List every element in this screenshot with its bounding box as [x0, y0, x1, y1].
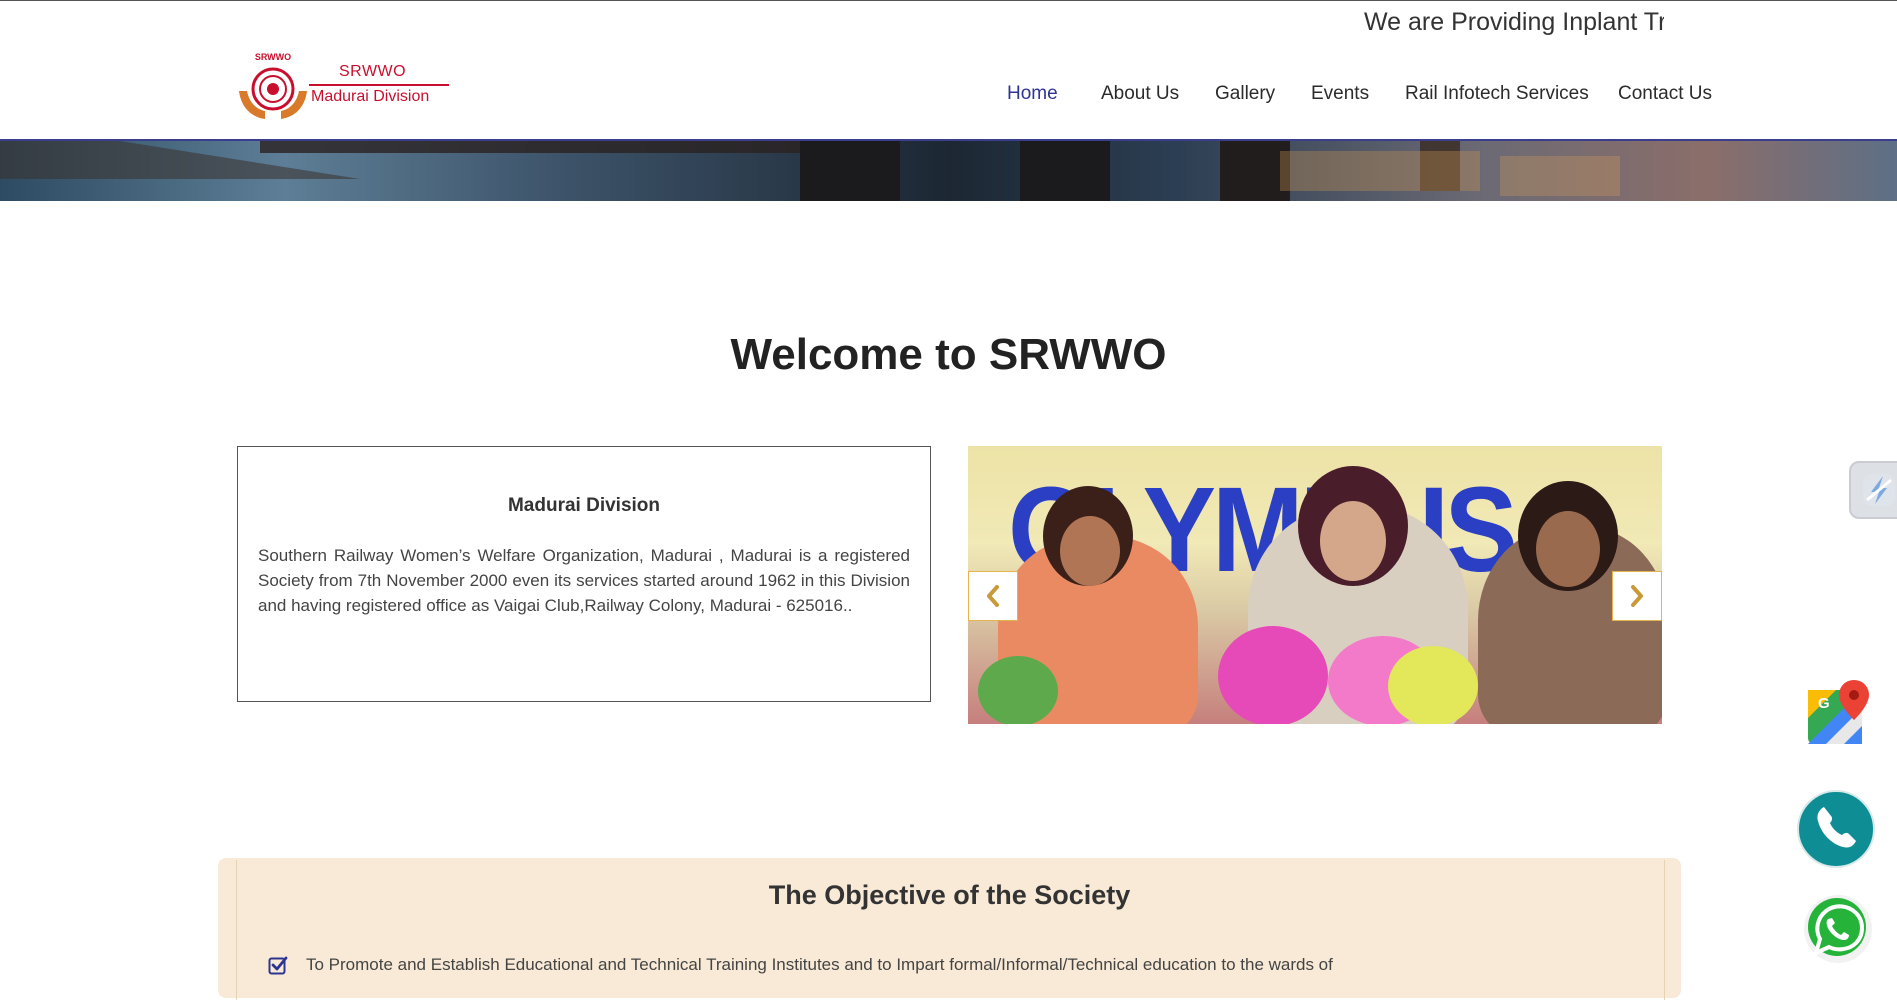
flower-decoration [1388, 646, 1478, 724]
objective-item: To Promote and Establish Educational and… [306, 955, 1333, 974]
nav-about-us[interactable]: About Us [1101, 83, 1179, 105]
logo-emblem-icon: SRWWO [239, 52, 307, 119]
slider-person-center-face [1320, 501, 1386, 581]
google-maps-button[interactable]: G [1806, 680, 1872, 751]
about-card-text: Southern Railway Women’s Welfare Organiz… [258, 546, 910, 615]
slider-prev-button[interactable] [968, 571, 1018, 621]
google-maps-icon: G [1808, 680, 1869, 744]
checkbox-checked-icon [268, 956, 288, 975]
welcome-heading: Welcome to SRWWO [730, 330, 1167, 379]
flower-decoration [1218, 626, 1328, 724]
whatsapp-icon [1804, 895, 1872, 963]
chevron-right-icon [1631, 585, 1643, 607]
flower-decoration [978, 656, 1058, 724]
phone-icon [1797, 790, 1875, 868]
hero-banner-image [0, 141, 1897, 201]
nav-events[interactable]: Events [1311, 83, 1369, 105]
objective-title: The Objective of the Society [768, 880, 1131, 910]
site-logo[interactable]: SRWWO SRWWO Madurai Division [235, 51, 451, 123]
image-slider: OLYMPUS [968, 446, 1662, 724]
nav-home[interactable]: Home [1007, 83, 1058, 105]
announcement-marquee: We are Providing Inplant Tr [1364, 5, 1664, 39]
chevron-left-icon [987, 585, 999, 607]
objective-section: The Objective of the Society To Promote … [218, 858, 1681, 1000]
about-card-title: Madurai Division [507, 495, 661, 516]
whatsapp-button[interactable] [1802, 893, 1874, 970]
nav-rail-infotech-services[interactable]: Rail Infotech Services [1405, 83, 1589, 105]
logo-subtitle: Madurai Division [311, 88, 430, 105]
slider-person-right-face [1536, 511, 1600, 587]
logo-divider [309, 84, 449, 86]
slider-person-left-face [1060, 516, 1120, 586]
call-button[interactable] [1797, 789, 1877, 874]
about-card: Madurai Division Southern Railway Women’… [237, 446, 931, 702]
side-toggle-tab[interactable] [1849, 461, 1897, 519]
lightning-icon [1863, 474, 1895, 506]
logo-title: SRWWO [339, 63, 407, 80]
svg-text:SRWWO: SRWWO [255, 52, 291, 62]
nav-gallery[interactable]: Gallery [1215, 83, 1275, 105]
slider-next-button[interactable] [1612, 571, 1662, 621]
site-header: We are Providing Inplant Tr SRWWO SRWWO … [0, 0, 1897, 141]
nav-contact-us[interactable]: Contact Us [1618, 83, 1712, 105]
svg-text:G: G [1818, 695, 1830, 712]
marquee-text: We are Providing Inplant Tr [1364, 8, 1664, 36]
bridge-silhouette [0, 141, 1620, 201]
